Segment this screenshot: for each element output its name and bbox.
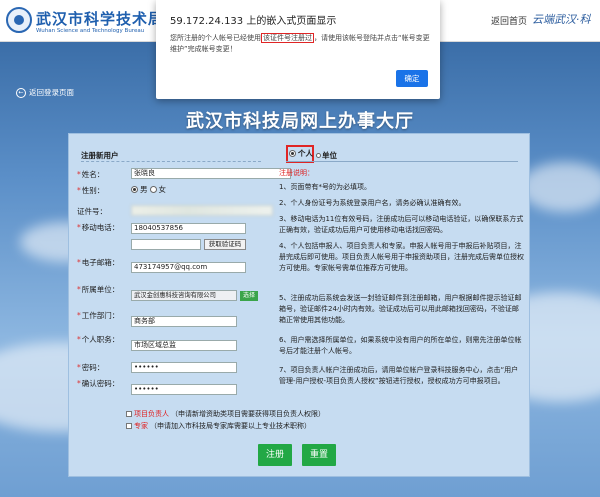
phone-input[interactable]: 18040537856	[131, 223, 246, 234]
note-item: 2、个人身份证号为系统登录用户名，请务必确认准确有效。	[279, 199, 466, 207]
gender-label: *性别：	[77, 186, 105, 195]
register-panel: 注册新用户 *姓名： 张晓良 *性别： 男 女 证件号： *移动电话： 1804…	[68, 133, 530, 477]
position-label: *个人职务：	[77, 335, 120, 344]
bureau-emblem-icon	[6, 7, 32, 33]
confirm-password-label: *确认密码：	[77, 379, 120, 388]
dialog-message: 您所注册的个人帐号已经使用 该证件号注册过 ，请使用该帐号登陆并点击“帐号变更维护”…	[170, 33, 430, 53]
back-link-label: 返回登录页面	[29, 88, 74, 97]
home-link[interactable]: 返回首页	[491, 14, 527, 27]
notes-title: 注册说明：	[279, 169, 314, 177]
expert-checkbox-label: 专家	[134, 422, 148, 430]
expert-checkbox-row: 专家 （申请加入市科技局专家库需要以上专业技术职称）	[126, 421, 311, 431]
tab-unit[interactable]: 单位	[316, 150, 337, 161]
note-item: 1、页面带有*号的为必填项。	[279, 183, 371, 191]
note-item: 3、移动电话为11位有效号码，注册成功后可以移动电话验证，以确保联系方式正确有效…	[279, 215, 524, 234]
unit-radio[interactable]	[316, 153, 321, 158]
dialog-title: 59.172.24.133 上的嵌入式页面显示	[170, 16, 337, 27]
confirm-password-input[interactable]: ••••••	[131, 384, 237, 395]
page-title: 武汉市科技局网上办事大厅	[186, 111, 414, 132]
reset-button[interactable]: 重置	[302, 444, 336, 466]
expert-checkbox-note: （申请加入市科技局专家库需要以上专业技术职称）	[150, 422, 311, 430]
department-input[interactable]: 商务部	[131, 316, 237, 327]
leader-checkbox-note: （申请新增资助类项目需要获得项目负责人权限）	[171, 410, 325, 418]
cloud-decoration	[520, 162, 600, 212]
personal-radio[interactable]	[289, 150, 296, 157]
note-item: 4、个人包括申报人、项目负责人和专家。申报人帐号用于申报后补贴项目，注册完成后即…	[279, 242, 524, 272]
dialog-ok-button[interactable]: 确定	[396, 70, 428, 87]
get-code-button[interactable]: 获取验证码	[204, 239, 246, 250]
tabs-divider	[286, 161, 518, 162]
unit-input[interactable]: 武汉金创惠科技咨询有限公司	[131, 290, 237, 301]
idcard-label: 证件号：	[77, 207, 107, 216]
name-label: *姓名：	[77, 170, 105, 179]
select-unit-button[interactable]: 选择	[240, 291, 258, 301]
slogan-text: 云端武汉·科	[532, 13, 591, 26]
password-label: *密码：	[77, 363, 105, 372]
leader-checkbox-row: 项目负责人 （申请新增资助类项目需要获得项目负责人权限）	[126, 409, 325, 419]
email-label: *电子邮箱：	[77, 258, 120, 267]
dialog-highlight: 该证件号注册过	[261, 33, 314, 43]
gender-male-label: 男	[140, 185, 148, 194]
section-divider	[81, 161, 261, 162]
gender-male-radio[interactable]	[131, 186, 138, 193]
expert-checkbox[interactable]	[126, 423, 132, 429]
name-input[interactable]: 张晓良	[131, 168, 291, 179]
register-button[interactable]: 注册	[258, 444, 292, 466]
idcard-input[interactable]	[131, 205, 273, 216]
section-title: 注册新用户	[81, 151, 119, 160]
phone-label: *移动电话：	[77, 223, 120, 232]
leader-checkbox[interactable]	[126, 411, 132, 417]
position-input[interactable]: 市场区域总监	[131, 340, 237, 351]
department-label: *工作部门：	[77, 311, 120, 320]
password-input[interactable]: ••••••	[131, 362, 237, 373]
gender-radio-group: 男 女	[131, 184, 166, 195]
gender-female-radio[interactable]	[149, 186, 157, 193]
leader-checkbox-label: 项目负责人	[134, 410, 169, 418]
note-item: 5、注册成功后系统会发送一封验证邮件到注册邮箱，用户根据邮件提示验证邮箱号，验证…	[279, 294, 522, 324]
back-arrow-icon: ←	[16, 87, 26, 98]
gender-female-label: 女	[158, 185, 167, 194]
back-to-login-link[interactable]: ← 返回登录页面	[16, 87, 74, 98]
email-input[interactable]: 473174957@qq.com	[131, 262, 246, 273]
alert-dialog: 59.172.24.133 上的嵌入式页面显示 您所注册的个人帐号已经使用 该证件…	[156, 0, 440, 99]
logo-title-cn: 武汉市科学技术局	[36, 10, 165, 28]
account-type-tabs: 个人 单位	[286, 145, 526, 163]
note-item: 6、用户需选择所属单位，如果系统中没有用户的所在单位，则需先注册单位帐号后才能注…	[279, 336, 522, 355]
verify-code-input[interactable]	[131, 239, 201, 250]
tab-personal[interactable]: 个人	[289, 148, 313, 159]
unit-label: *所属单位：	[77, 285, 120, 294]
note-item: 7、项目负责人帐户注册成功后，请用单位帐户登录科技服务中心，点击“用户管理-用户…	[279, 366, 519, 385]
logo-title-en: Wuhan Science and Technology Bureau	[36, 28, 145, 34]
